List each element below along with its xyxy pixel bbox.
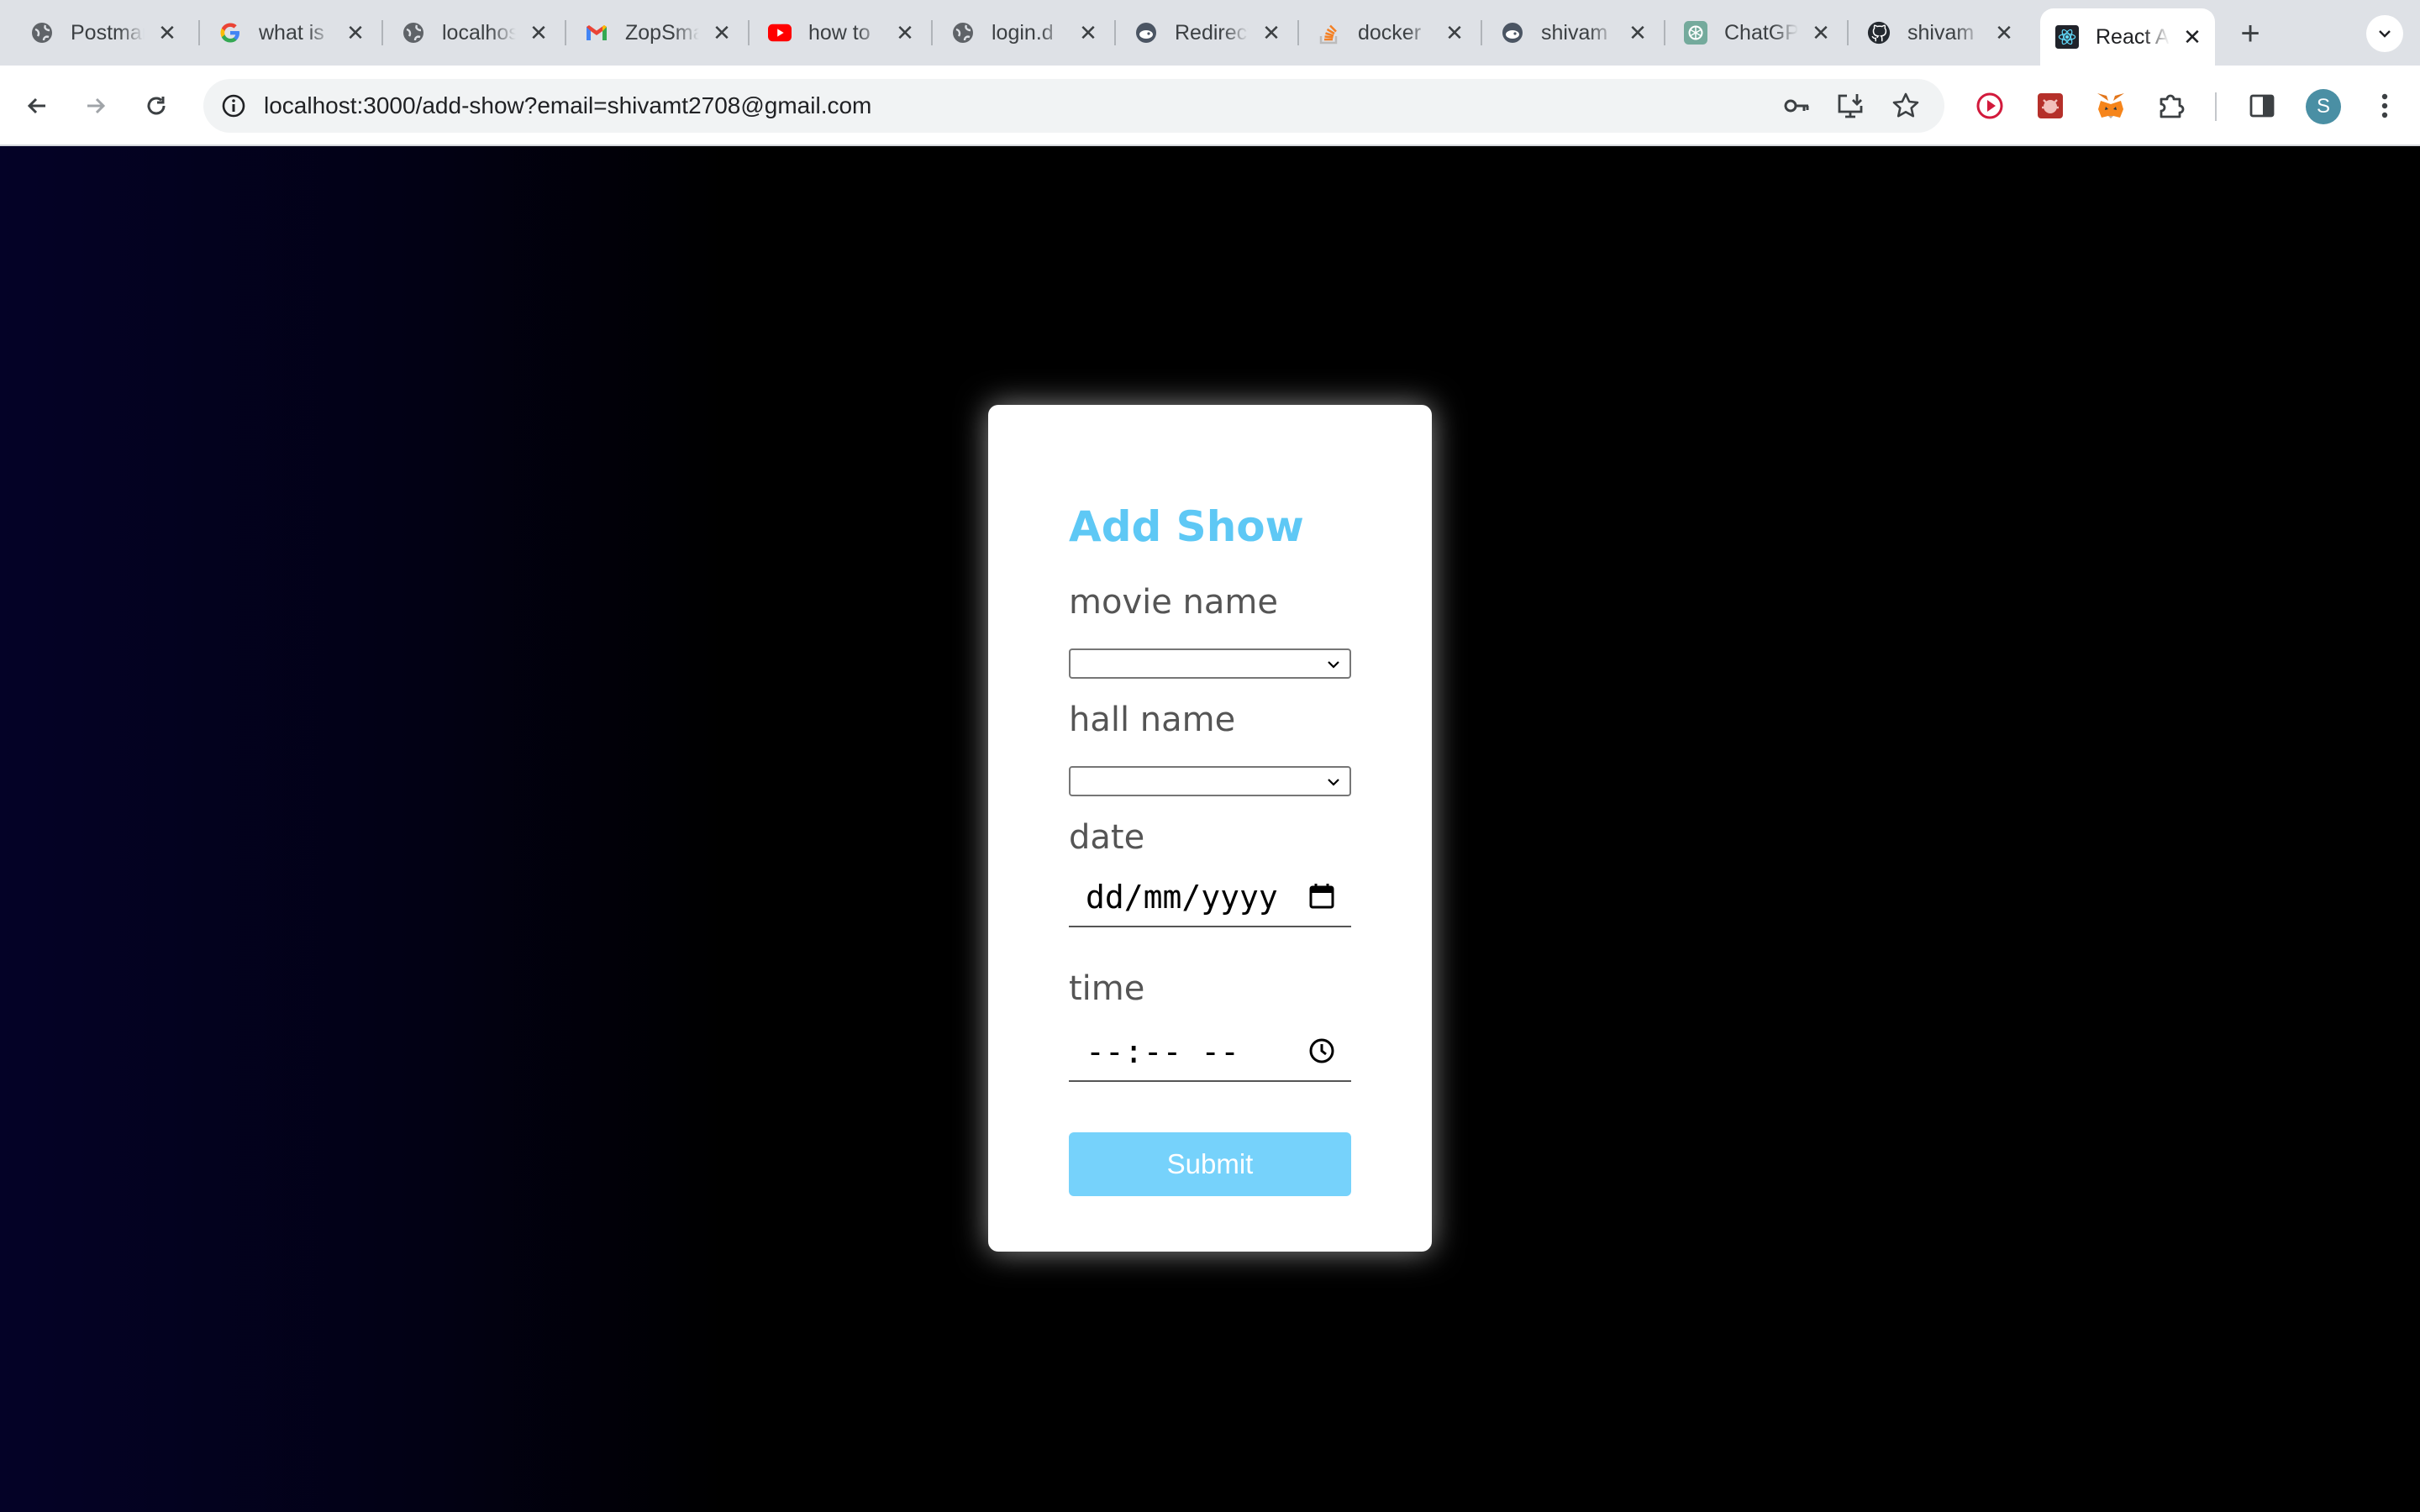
tab-title: ZopSmart bbox=[625, 20, 699, 45]
close-icon[interactable]: ✕ bbox=[1991, 20, 2017, 45]
extension-bug-button[interactable] bbox=[2032, 87, 2069, 124]
url-text: localhost:3000/add-show?email=shivamt270… bbox=[264, 92, 872, 118]
tab-chatgpt[interactable]: ChatGPT ✕ bbox=[1665, 8, 1849, 57]
tab-youtube[interactable]: how to ✕ bbox=[750, 8, 933, 57]
close-icon[interactable]: ✕ bbox=[1625, 20, 1650, 45]
close-icon[interactable]: ✕ bbox=[892, 20, 918, 45]
address-bar[interactable]: localhost:3000/add-show?email=shivamt270… bbox=[203, 79, 1944, 133]
tab-strip: Postman ✕ what is ✕ localhost ✕ ZopSmart… bbox=[0, 0, 2420, 66]
close-icon[interactable]: ✕ bbox=[343, 20, 368, 45]
extension-metamask-button[interactable] bbox=[2092, 87, 2129, 124]
chevron-down-icon bbox=[1328, 779, 1339, 786]
docker-icon bbox=[1134, 21, 1158, 45]
tab-title: localhost bbox=[442, 20, 516, 45]
metamask-fox-icon bbox=[2097, 93, 2124, 118]
page-background: Add Show movie name hall name date dd/mm… bbox=[0, 146, 2420, 1512]
tab-react-app[interactable]: React App ✕ bbox=[2040, 8, 2215, 66]
movie-name-select[interactable] bbox=[1069, 648, 1351, 679]
back-arrow-icon bbox=[27, 97, 45, 114]
site-info-icon[interactable] bbox=[217, 89, 250, 123]
calendar-icon[interactable] bbox=[1307, 882, 1336, 911]
tab-gmail[interactable]: ZopSmart ✕ bbox=[566, 8, 750, 57]
submit-button[interactable]: Submit bbox=[1069, 1132, 1351, 1196]
form-title: Add Show bbox=[1069, 502, 1304, 551]
chevron-down-icon bbox=[2379, 30, 2391, 38]
time-placeholder: --:-- -- bbox=[1086, 1033, 1240, 1070]
add-show-form-card: Add Show movie name hall name date dd/mm… bbox=[988, 405, 1432, 1252]
tab-google[interactable]: what is ✕ bbox=[200, 8, 383, 57]
tab-title: Redirect bbox=[1175, 20, 1249, 45]
forward-button[interactable] bbox=[77, 87, 114, 124]
date-input[interactable]: dd/mm/yyyy bbox=[1069, 867, 1351, 927]
tab-title: React App bbox=[2096, 24, 2170, 49]
tab-postman[interactable]: Postman ✕ bbox=[0, 8, 200, 57]
tab-title: ChatGPT bbox=[1724, 20, 1798, 45]
tab-shivam-1[interactable]: shivam ✕ bbox=[1482, 8, 1665, 57]
tab-github[interactable]: shivam ✕ bbox=[1849, 8, 2032, 57]
tab-title: shivam bbox=[1541, 20, 1608, 45]
profile-avatar[interactable]: S bbox=[2306, 89, 2341, 124]
side-panel-icon bbox=[2249, 94, 2275, 118]
tab-title: Postman bbox=[71, 20, 145, 45]
movie-name-label: movie name bbox=[1069, 583, 1278, 622]
toolbar-divider bbox=[2215, 92, 2217, 121]
browser-menu-button[interactable] bbox=[2366, 87, 2403, 124]
reload-button[interactable] bbox=[138, 87, 175, 124]
chevron-down-icon bbox=[1328, 661, 1339, 669]
youtube-icon bbox=[768, 21, 792, 45]
bug-icon bbox=[2038, 93, 2063, 118]
back-button[interactable] bbox=[18, 87, 55, 124]
time-input[interactable]: --:-- -- bbox=[1069, 1021, 1351, 1082]
close-icon[interactable]: ✕ bbox=[709, 20, 734, 45]
tab-title: how to bbox=[808, 20, 871, 45]
extensions-button[interactable] bbox=[2153, 87, 2190, 124]
stackoverflow-icon bbox=[1318, 21, 1341, 45]
google-icon bbox=[218, 21, 242, 45]
chatgpt-icon bbox=[1684, 21, 1707, 45]
tab-title: login.d bbox=[992, 20, 1054, 45]
puzzle-icon bbox=[2160, 94, 2185, 118]
close-icon[interactable]: ✕ bbox=[1808, 20, 1833, 45]
clock-icon[interactable] bbox=[1307, 1037, 1336, 1065]
react-icon bbox=[2055, 25, 2079, 49]
date-placeholder: dd/mm/yyyy bbox=[1086, 879, 1278, 916]
globe-icon bbox=[951, 21, 975, 45]
close-icon[interactable]: ✕ bbox=[526, 20, 551, 45]
password-key-icon[interactable] bbox=[1780, 89, 1813, 123]
side-panel-button[interactable] bbox=[2244, 87, 2281, 124]
bookmark-star-icon[interactable] bbox=[1889, 89, 1923, 123]
forward-arrow-icon bbox=[87, 97, 106, 114]
tab-redirect[interactable]: Redirect ✕ bbox=[1116, 8, 1299, 57]
hall-name-label: hall name bbox=[1069, 701, 1236, 739]
more-vertical-icon bbox=[2381, 93, 2388, 118]
gmail-icon bbox=[585, 21, 608, 45]
tab-login[interactable]: login.d ✕ bbox=[933, 8, 1116, 57]
globe-icon bbox=[402, 21, 425, 45]
tab-title: what is bbox=[259, 20, 324, 45]
extension-video-button[interactable] bbox=[1971, 87, 2008, 124]
tab-localhost[interactable]: localhost ✕ bbox=[383, 8, 566, 57]
tab-docker[interactable]: docker ✕ bbox=[1299, 8, 1482, 57]
time-label: time bbox=[1069, 969, 1145, 1008]
close-icon[interactable]: ✕ bbox=[2180, 24, 2205, 50]
close-icon[interactable]: ✕ bbox=[1076, 20, 1101, 45]
github-icon bbox=[1867, 21, 1891, 45]
close-icon[interactable]: ✕ bbox=[1442, 20, 1467, 45]
reload-icon bbox=[147, 97, 166, 115]
hall-name-select[interactable] bbox=[1069, 766, 1351, 796]
globe-icon bbox=[30, 21, 54, 45]
install-app-icon[interactable] bbox=[1833, 89, 1867, 123]
tab-title: docker bbox=[1358, 20, 1422, 45]
date-label: date bbox=[1069, 818, 1145, 857]
browser-toolbar: localhost:3000/add-show?email=shivamt270… bbox=[0, 66, 2420, 146]
tab-search-button[interactable] bbox=[2366, 15, 2403, 52]
close-icon[interactable]: ✕ bbox=[1259, 20, 1284, 45]
tab-title: shivam bbox=[1907, 20, 1975, 45]
play-circle-icon bbox=[1976, 92, 2003, 119]
docker-icon bbox=[1501, 21, 1524, 45]
close-icon[interactable]: ✕ bbox=[155, 20, 180, 45]
new-tab-button[interactable]: + bbox=[2232, 15, 2269, 52]
